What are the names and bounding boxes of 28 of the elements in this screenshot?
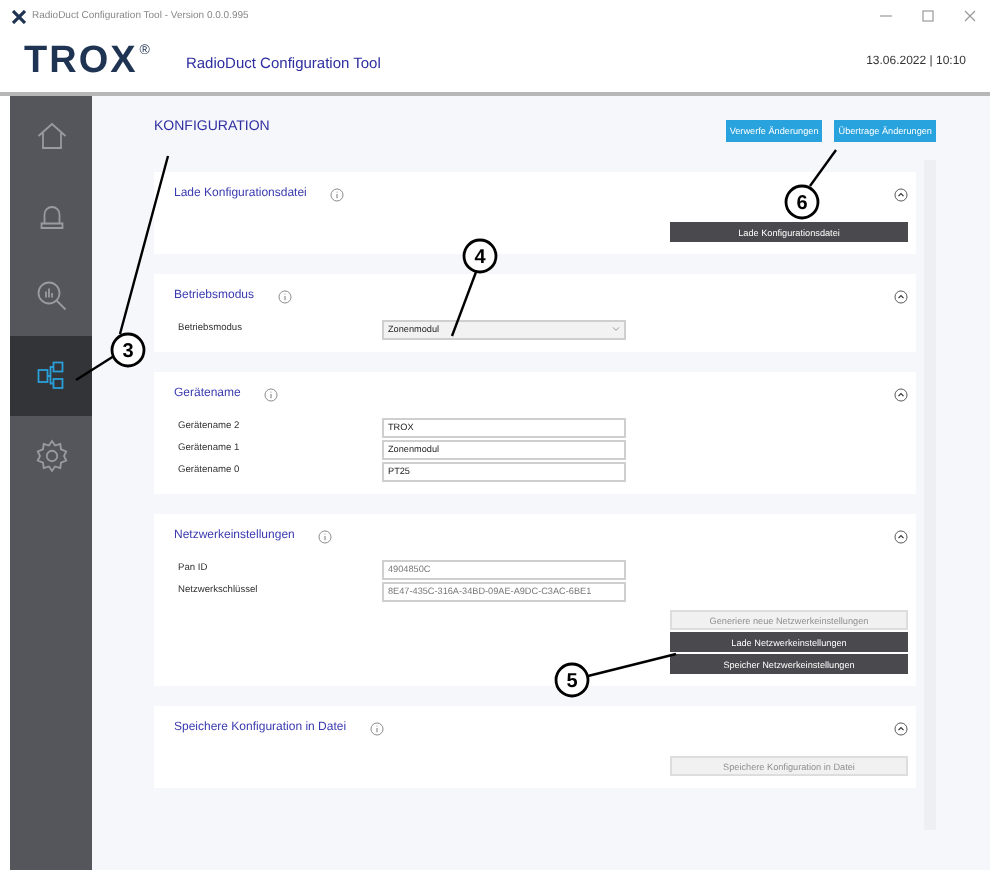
callout-number: 4	[462, 238, 498, 274]
info-icon[interactable]	[278, 289, 293, 303]
info-icon[interactable]	[264, 387, 279, 401]
info-icon[interactable]	[370, 721, 385, 735]
logo: TROX	[24, 40, 138, 84]
gear-icon[interactable]	[33, 438, 69, 474]
chevron-down-icon	[612, 326, 620, 332]
info-icon[interactable]	[318, 529, 333, 543]
maximize-icon[interactable]	[920, 8, 936, 24]
leader-line	[587, 652, 677, 678]
callout-number: 6	[784, 184, 820, 220]
leader-line	[809, 149, 837, 187]
analysis-icon[interactable]	[33, 278, 69, 314]
configuration-icon[interactable]	[33, 358, 69, 394]
callout-number: 3	[110, 332, 146, 368]
leader-line	[450, 271, 478, 337]
callout-number: 5	[554, 662, 590, 698]
app-icon	[12, 9, 26, 23]
leader-line	[75, 355, 115, 381]
info-icon[interactable]	[330, 187, 345, 201]
collapse-icon[interactable]	[894, 387, 908, 401]
collapse-icon[interactable]	[894, 289, 908, 303]
sidebar-item[interactable]	[10, 336, 92, 416]
collapse-icon[interactable]	[894, 721, 908, 735]
collapse-icon[interactable]	[894, 529, 908, 543]
home-icon[interactable]	[33, 118, 69, 154]
collapse-icon[interactable]	[894, 187, 908, 201]
close-icon[interactable]	[962, 8, 978, 24]
